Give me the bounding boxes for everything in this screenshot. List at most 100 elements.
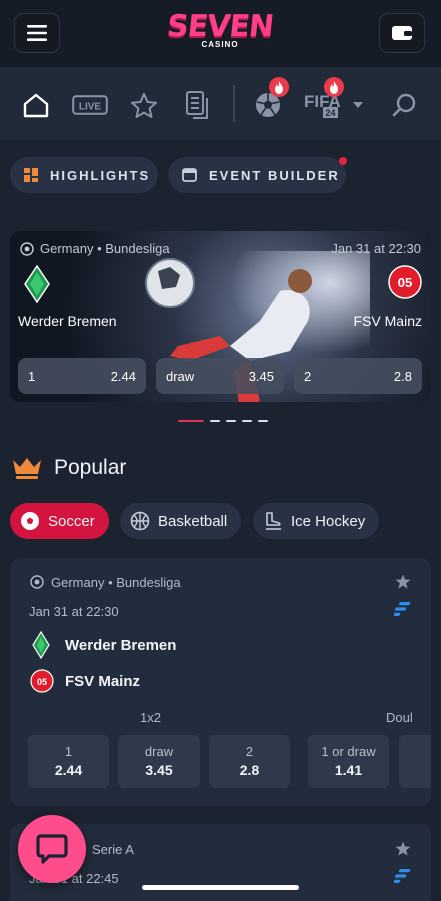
- tab-basketball[interactable]: Basketball: [120, 503, 242, 539]
- nav-search[interactable]: [384, 85, 424, 125]
- tab-ice-hockey[interactable]: Ice Hockey: [253, 503, 380, 539]
- event-builder-pill[interactable]: EVENT BUILDER: [168, 157, 346, 193]
- nav-favorites[interactable]: [124, 85, 164, 125]
- hamburger-icon: [27, 25, 47, 41]
- odd-cell-1[interactable]: 1 2.44: [28, 735, 109, 788]
- svg-text:05: 05: [37, 677, 47, 687]
- home-indicator: [142, 885, 299, 890]
- carousel-dot[interactable]: [242, 420, 252, 422]
- odd-label: 1: [28, 368, 36, 384]
- caret-down-icon: [353, 102, 363, 108]
- hot-badge: [269, 77, 289, 97]
- hot-badge: [324, 77, 344, 97]
- hero-away-team: FSV Mainz: [353, 313, 422, 329]
- live-icon: LIVE: [72, 95, 108, 115]
- werder-bremen-crest-icon: [32, 631, 50, 659]
- carousel-dot[interactable]: [226, 420, 236, 422]
- odd-value: 2.8: [393, 368, 412, 384]
- globe-icon: [30, 575, 44, 589]
- odd-cell-draw[interactable]: draw 3.45: [118, 735, 200, 788]
- hockey-skate-icon: [266, 512, 281, 530]
- logo[interactable]: SEVEN CASINO: [160, 9, 280, 49]
- odd-label: 2: [304, 368, 312, 384]
- popular-title: Popular: [54, 456, 127, 479]
- fsv-mainz-crest-icon: 05: [30, 669, 54, 693]
- nav-divider: [233, 85, 235, 122]
- top-bar: SEVEN CASINO: [0, 0, 441, 67]
- globe-icon: [20, 241, 34, 256]
- hero-odd-1[interactable]: 1 2.44: [18, 358, 146, 394]
- hero-odd-draw[interactable]: draw 3.45: [156, 358, 284, 394]
- market-1x2-label: 1x2: [140, 710, 161, 725]
- werder-bremen-crest-icon: [24, 265, 50, 303]
- star-icon: [131, 92, 157, 118]
- highlights-label: HIGHLIGHTS: [50, 167, 151, 183]
- hero-datetime: Jan 31 at 22:30: [331, 241, 421, 256]
- highlights-icon: [24, 168, 38, 182]
- event-builder-label: EVENT BUILDER: [209, 167, 340, 183]
- carousel-dot[interactable]: [258, 420, 268, 422]
- sport-nav: LIVE FIFA 24: [0, 67, 441, 140]
- odd-value: 2.8: [239, 762, 260, 778]
- window-icon: [182, 168, 197, 182]
- odd-value: 3.45: [145, 762, 173, 778]
- carousel-dot[interactable]: [210, 420, 220, 422]
- soccer-ball-icon: [21, 512, 39, 530]
- match-home-team: Werder Bremen: [65, 637, 177, 654]
- stats-icon[interactable]: [394, 868, 412, 884]
- nav-home[interactable]: [16, 85, 56, 125]
- nav-more-dropdown[interactable]: [348, 85, 368, 125]
- tab-label: Basketball: [158, 512, 228, 530]
- hero-league: Germany • Bundesliga: [20, 241, 170, 256]
- match-league: Serie A: [92, 842, 134, 857]
- hero-home-team: Werder Bremen: [18, 313, 117, 329]
- match-datetime: Jan 31 at 22:30: [29, 604, 119, 619]
- odd-value: 3.45: [248, 368, 274, 384]
- svg-text:LIVE: LIVE: [79, 102, 102, 113]
- fire-icon: [275, 80, 283, 94]
- odd-label: 1: [64, 744, 73, 759]
- svg-text:05: 05: [398, 275, 412, 290]
- odd-label: 2: [245, 744, 254, 759]
- fsv-mainz-crest-icon: 05: [388, 265, 422, 299]
- stats-icon[interactable]: [394, 601, 412, 617]
- match-away-team: FSV Mainz: [65, 673, 141, 690]
- wallet-icon: [392, 26, 412, 40]
- crown-icon: [13, 458, 41, 479]
- star-icon[interactable]: [395, 574, 411, 589]
- menu-button[interactable]: [14, 13, 60, 53]
- nav-live[interactable]: LIVE: [70, 85, 110, 125]
- svg-text:24: 24: [325, 108, 335, 118]
- highlights-pill[interactable]: HIGHLIGHTS: [10, 157, 158, 193]
- odd-cell-partial[interactable]: [399, 735, 431, 788]
- star-icon[interactable]: [395, 841, 411, 856]
- odd-value: 1.41: [334, 762, 363, 778]
- odd-cell-2[interactable]: 2 2.8: [209, 735, 290, 788]
- carousel-indicator: [178, 420, 268, 422]
- tab-label: Soccer: [48, 512, 95, 530]
- new-badge-dot: [339, 157, 347, 165]
- document-icon: [186, 91, 208, 119]
- market-double-label: Doul: [386, 710, 413, 725]
- hero-match-card[interactable]: Germany • Bundesliga Jan 31 at 22:30 05 …: [10, 231, 431, 402]
- basketball-icon: [130, 511, 150, 531]
- chat-button[interactable]: [18, 815, 86, 883]
- tab-label: Ice Hockey: [291, 512, 366, 530]
- odd-value: 2.44: [110, 368, 136, 384]
- odd-label: 1 or draw: [321, 744, 376, 759]
- wallet-button[interactable]: [379, 13, 425, 53]
- logo-text: SEVEN: [165, 9, 275, 44]
- odd-label: draw: [144, 744, 174, 759]
- match-league: Germany • Bundesliga: [51, 575, 181, 590]
- chat-bubble-icon: [36, 834, 68, 864]
- fire-icon: [330, 80, 338, 94]
- hero-league-label: Germany • Bundesliga: [40, 241, 170, 256]
- search-icon: [392, 93, 416, 117]
- nav-betslip[interactable]: [178, 85, 218, 125]
- odd-cell-1-or-draw[interactable]: 1 or draw 1.41: [308, 735, 389, 788]
- tab-soccer[interactable]: Soccer: [10, 503, 109, 539]
- carousel-dot[interactable]: [178, 420, 204, 422]
- odd-label: draw: [166, 368, 195, 384]
- home-icon: [23, 93, 49, 118]
- hero-odd-2[interactable]: 2 2.8: [294, 358, 422, 394]
